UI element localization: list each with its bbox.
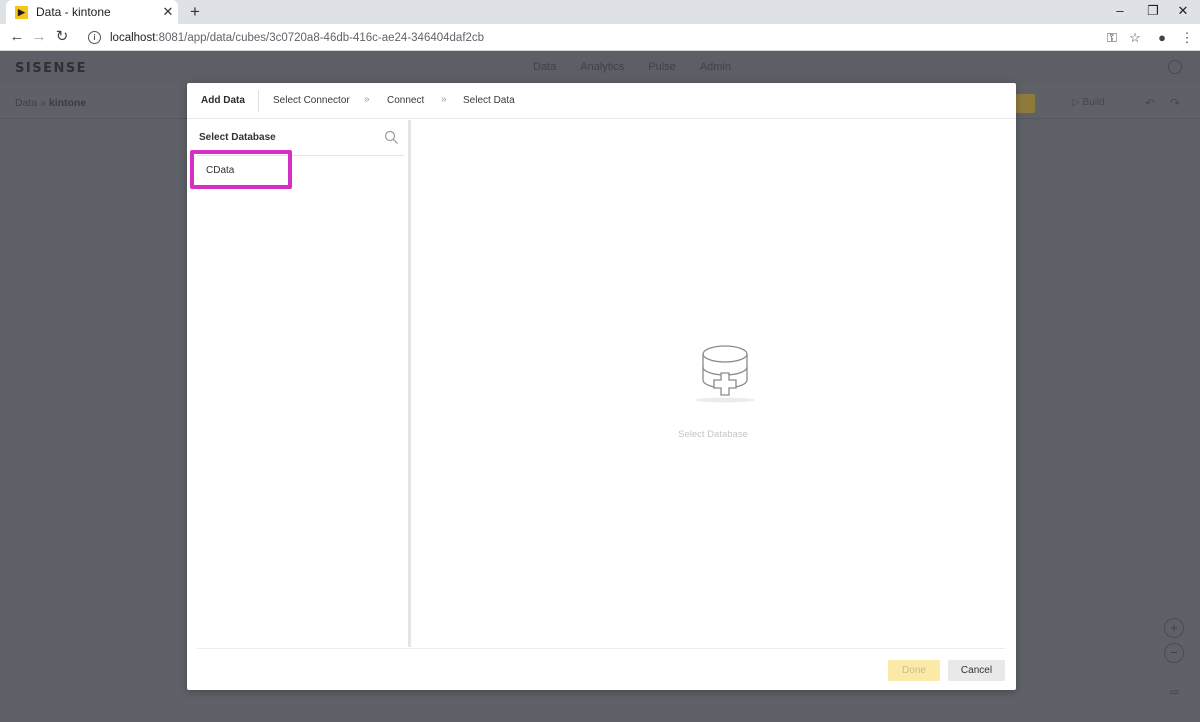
info-icon[interactable]: i: [88, 31, 101, 44]
breadcrumb-current: kintone: [48, 97, 87, 109]
forward-arrow-icon[interactable]: →: [28, 27, 50, 47]
nav-item-admin[interactable]: Admin: [700, 61, 731, 73]
address-bar: ← → ↻ i localhost:8081/app/data/cubes/3c…: [0, 24, 1200, 51]
redo-icon[interactable]: ↷: [1170, 96, 1180, 110]
tab-close-icon[interactable]: ✕: [158, 4, 178, 20]
add-data-dialog: Add Data Select Connector » Connect » Se…: [187, 83, 1016, 690]
add-data-button[interactable]: [1016, 94, 1035, 113]
pane-title: Select Database: [199, 132, 276, 143]
browser-tab-strip: ▶ Data - kintone ✕ + – ❐ ✕: [0, 0, 1200, 24]
zoom-out-icon[interactable]: −: [1164, 643, 1184, 663]
profile-icon[interactable]: ●: [1152, 28, 1172, 48]
step-chevron: »: [441, 94, 447, 105]
user-icon[interactable]: [1168, 60, 1182, 74]
add-database-icon: [695, 345, 755, 403]
database-list-pane: Select Database CData: [187, 120, 411, 647]
restore-button[interactable]: ❐: [1136, 0, 1170, 24]
sisense-favicon-icon: ▶: [15, 5, 28, 19]
window-close-button[interactable]: ✕: [1166, 0, 1200, 24]
search-icon[interactable]: [384, 130, 399, 145]
database-item-cdata[interactable]: CData: [191, 159, 291, 189]
done-button[interactable]: Done: [888, 660, 940, 681]
step-select-connector[interactable]: Select Connector: [273, 95, 350, 106]
database-detail-pane: Select Database: [413, 120, 1016, 647]
nav-item-pulse[interactable]: Pulse: [648, 61, 676, 73]
zoom-in-icon[interactable]: +: [1164, 618, 1184, 638]
sisense-logo: SISENSE: [15, 61, 88, 76]
reload-icon[interactable]: ↻: [51, 27, 73, 47]
cancel-button[interactable]: Cancel: [948, 660, 1005, 681]
tab-title: Data - kintone: [36, 5, 111, 19]
back-arrow-icon[interactable]: ←: [6, 27, 28, 47]
list-icon[interactable]: ≔: [1169, 686, 1180, 699]
dialog-steps: Add Data Select Connector » Connect » Se…: [187, 83, 1016, 119]
nav-item-analytics[interactable]: Analytics: [580, 61, 624, 73]
step-add-data: Add Data: [201, 95, 245, 106]
step-connect[interactable]: Connect: [387, 95, 424, 106]
url-input[interactable]: i localhost:8081/app/data/cubes/3c0720a8…: [80, 27, 1100, 48]
step-divider: [258, 90, 259, 112]
divider: [197, 155, 404, 156]
key-icon[interactable]: ⚿: [1102, 28, 1122, 48]
breadcrumb: Data » kintone: [15, 97, 86, 109]
breadcrumb-separator: »: [40, 97, 46, 109]
main-nav: Data Analytics Pulse Admin: [533, 61, 755, 73]
breadcrumb-root[interactable]: Data: [15, 97, 37, 109]
undo-icon[interactable]: ↶: [1145, 96, 1155, 110]
nav-item-data[interactable]: Data: [533, 61, 556, 73]
empty-state-label: Select Database: [678, 429, 748, 440]
app-header: SISENSE Data Analytics Pulse Admin: [0, 51, 1200, 85]
dialog-footer: Done Cancel: [197, 648, 1005, 690]
minimize-button[interactable]: –: [1103, 0, 1137, 24]
step-select-data[interactable]: Select Data: [463, 95, 515, 106]
browser-tab[interactable]: ▶ Data - kintone ✕: [6, 0, 178, 24]
new-tab-button[interactable]: +: [186, 1, 204, 23]
bookmark-star-icon[interactable]: ☆: [1125, 28, 1145, 48]
step-chevron: »: [364, 94, 370, 105]
browser-menu-icon[interactable]: ⋮: [1177, 28, 1197, 48]
build-button[interactable]: ▷ Build: [1072, 97, 1105, 108]
url-host: localhost: [110, 31, 156, 44]
url-path: :8081/app/data/cubes/3c0720a8-46db-416c-…: [155, 31, 485, 44]
